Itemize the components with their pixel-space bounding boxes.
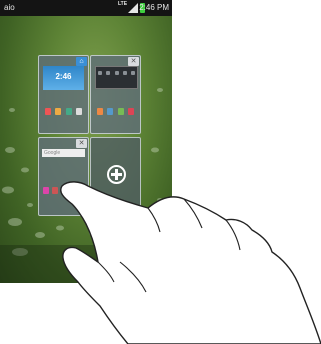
hand-gesture [60, 181, 321, 344]
hand-shape [60, 181, 321, 344]
